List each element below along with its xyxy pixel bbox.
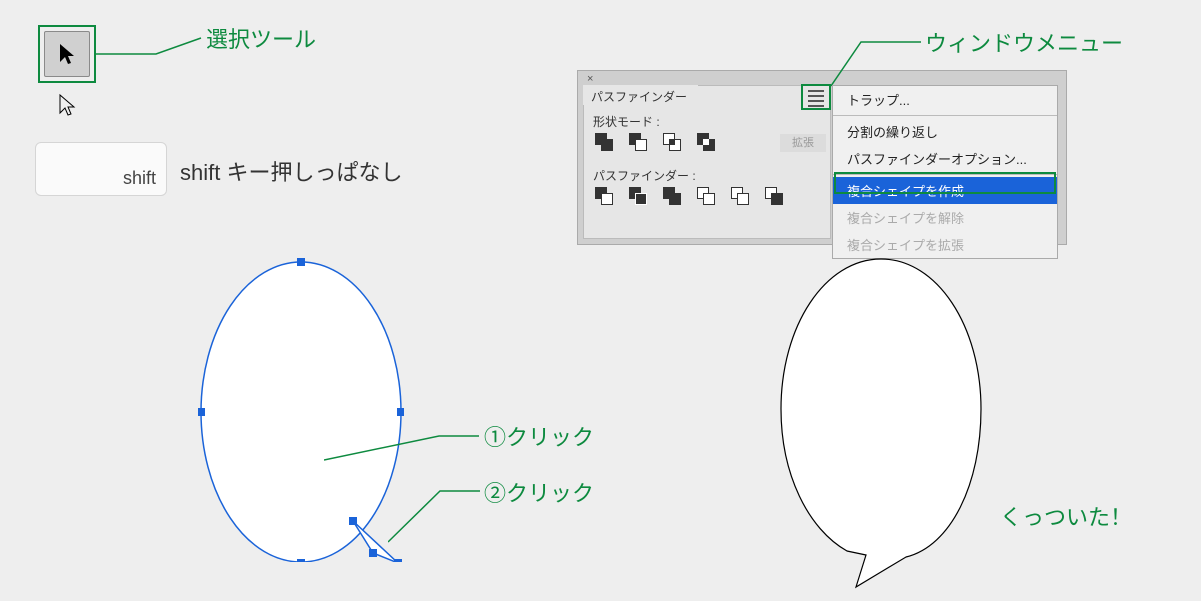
- panel-tab[interactable]: パスファインダー: [583, 85, 698, 105]
- intersect-icon[interactable]: [663, 133, 683, 153]
- annotation-click2: ②クリック: [484, 476, 594, 508]
- callout-line-click2: [388, 484, 488, 544]
- outline-icon[interactable]: [731, 187, 751, 207]
- flyout-menu-button[interactable]: [805, 87, 827, 107]
- shift-key-label: shift: [123, 168, 156, 189]
- merge-icon[interactable]: [663, 187, 683, 207]
- flyout-selected-highlight: [834, 172, 1056, 194]
- shape-mode-label: 形状モード :: [593, 113, 660, 130]
- selected-shapes[interactable]: [198, 258, 404, 562]
- annotation-joined: くっついた！: [1000, 500, 1132, 532]
- selection-tool-button[interactable]: [44, 31, 90, 77]
- callout-line-window-menu: [831, 36, 931, 88]
- shift-key: shift: [35, 142, 167, 196]
- flyout-item-options[interactable]: パスファインダーオプション...: [833, 145, 1057, 172]
- callout-line-selection-tool: [96, 36, 216, 56]
- pathfinder-section-label: パスファインダー :: [593, 167, 696, 184]
- annotation-selection-tool: 選択ツール: [206, 22, 316, 54]
- cursor-outline-icon: [57, 93, 83, 119]
- flyout-divider: [833, 115, 1057, 116]
- annotation-shift-hold: shift キー押しっぱなし: [180, 155, 402, 187]
- minus-back-icon[interactable]: [765, 187, 785, 207]
- result-speech-bubble: [778, 255, 1008, 595]
- callout-line-click1: [324, 428, 484, 468]
- annotation-click1: ①クリック: [484, 420, 594, 452]
- trim-icon[interactable]: [629, 187, 649, 207]
- flyout-item-expand-compound[interactable]: 複合シェイプを拡張: [833, 231, 1057, 258]
- crop-icon[interactable]: [697, 187, 717, 207]
- divide-icon[interactable]: [595, 187, 615, 207]
- unite-icon[interactable]: [595, 133, 615, 153]
- flyout-item-release-compound[interactable]: 複合シェイプを解除: [833, 204, 1057, 231]
- flyout-item-trap[interactable]: トラップ...: [833, 86, 1057, 113]
- minus-front-icon[interactable]: [629, 133, 649, 153]
- pathfinder-icons: [595, 187, 785, 207]
- expand-button[interactable]: 拡張: [780, 134, 826, 152]
- exclude-icon[interactable]: [697, 133, 717, 153]
- flyout-item-repeat[interactable]: 分割の繰り返し: [833, 118, 1057, 145]
- annotation-window-menu: ウィンドウメニュー: [925, 26, 1123, 58]
- cursor-icon: [57, 42, 77, 66]
- panel-body: [583, 85, 831, 239]
- shape-mode-icons: [595, 133, 717, 153]
- panel-close-button[interactable]: ×: [587, 73, 593, 85]
